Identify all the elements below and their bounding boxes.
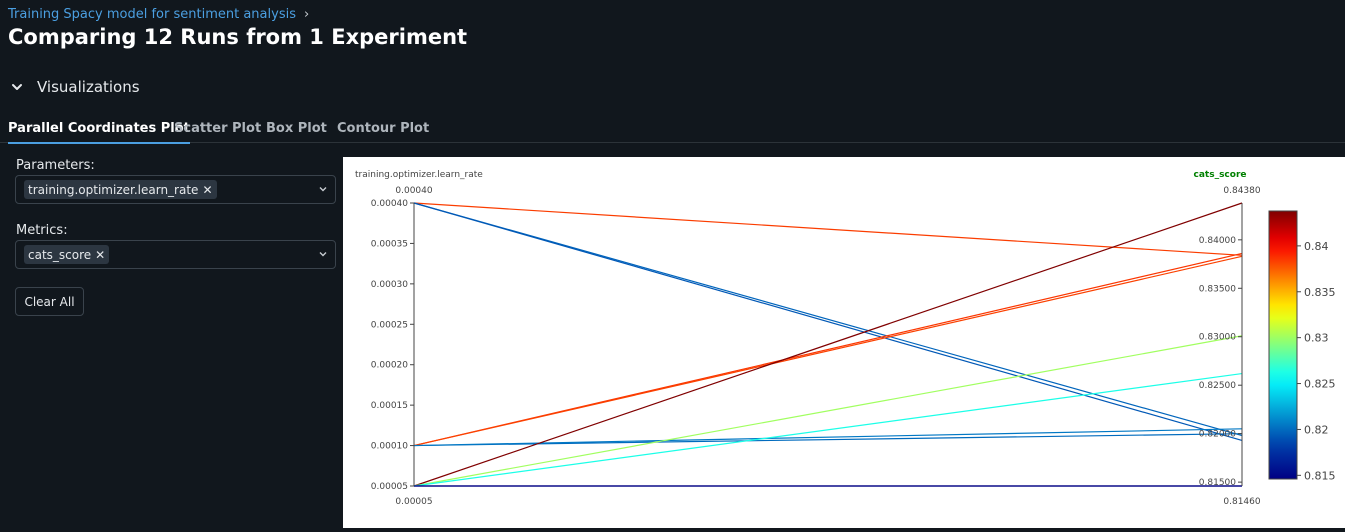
metric-chip: cats_score ✕ [24,245,110,264]
tab-scatter-plot[interactable]: Scatter Plot [174,121,261,142]
learn-rate-min-label: 0.00005 [395,497,432,507]
chevron-right-icon: › [303,7,310,22]
parameter-chip: training.optimizer.learn_rate ✕ [24,180,217,199]
metrics-label: Metrics: [16,223,68,238]
close-icon[interactable]: ✕ [95,248,105,262]
section-title: Visualizations [37,78,140,96]
cats-score-tick-label: 0.82500 [1199,381,1236,391]
run-line [413,255,1243,447]
cats-score-tick-label: 0.84000 [1199,236,1236,246]
cats-score-axis-title: cats_score [1194,170,1247,180]
breadcrumb: Training Spacy model for sentiment analy… [8,7,309,22]
colorbar-tick-label: 0.82 [1304,423,1329,436]
run-line [413,202,1243,442]
learn-rate-tick-label: 0.00020 [371,361,408,371]
learn-rate-tick-label: 0.00015 [371,401,408,411]
cats-score-tick-label: 0.81500 [1199,478,1236,488]
parallel-coordinates-plot: training.optimizer.learn_rate cats_score 0… [343,157,1345,528]
colorbar [1268,210,1298,480]
learn-rate-axis-title: training.optimizer.learn_rate [355,170,483,180]
learn-rate-tick-label: 0.00005 [371,482,408,492]
colorbar-tick-label: 0.84 [1304,240,1329,253]
cats-score-tick-label: 0.82000 [1199,430,1236,440]
run-line [413,202,1243,437]
parallel-coordinates-svg: training.optimizer.learn_rate cats_score 0… [355,170,1336,507]
run-line [413,335,1243,487]
plot-controls-panel: Parameters: training.optimizer.learn_rat… [0,143,343,528]
visualizations-section-toggle[interactable]: Visualizations [10,78,140,96]
tab-contour-plot[interactable]: Contour Plot [337,121,429,142]
learn-rate-max-label: 0.00040 [395,186,432,196]
cats-score-tick-label: 0.83000 [1199,333,1236,343]
tab-box-plot[interactable]: Box Plot [266,121,327,142]
chevron-down-icon[interactable] [318,249,328,259]
learn-rate-tick-label: 0.00030 [371,280,408,290]
metric-chip-label: cats_score [28,247,92,262]
cats-score-min-label: 0.81460 [1223,497,1260,507]
cats-score-tick-label: 0.83500 [1199,284,1236,294]
run-line [413,372,1243,487]
parameters-select[interactable]: training.optimizer.learn_rate ✕ [15,175,336,204]
tab-parallel-coordinates[interactable]: Parallel Coordinates Plot [8,121,190,144]
breadcrumb-experiment-link[interactable]: Training Spacy model for sentiment analy… [8,7,296,22]
close-icon[interactable]: ✕ [202,183,212,197]
colorbar-tick-label: 0.835 [1304,286,1336,299]
colorbar-tick-label: 0.815 [1304,469,1336,482]
colorbar-tick-label: 0.83 [1304,332,1329,345]
cats-score-max-label: 0.84380 [1223,186,1260,196]
run-line [413,202,1243,256]
learn-rate-tick-label: 0.00025 [371,320,408,330]
chevron-down-icon[interactable] [318,184,328,194]
chevron-down-icon [12,84,22,90]
parameters-label: Parameters: [16,158,95,173]
learn-rate-tick-label: 0.00035 [371,239,408,249]
clear-all-button[interactable]: Clear All [15,287,84,316]
visualization-tabs: Parallel Coordinates Plot Scatter Plot B… [0,118,1345,144]
metrics-select[interactable]: cats_score ✕ [15,240,336,269]
parameter-chip-label: training.optimizer.learn_rate [28,182,199,197]
learn-rate-tick-label: 0.00010 [371,442,408,452]
colorbar-tick-label: 0.825 [1304,378,1336,391]
run-line [413,202,1243,487]
learn-rate-tick-label: 0.00040 [371,199,408,209]
page-title: Comparing 12 Runs from 1 Experiment [8,25,468,49]
